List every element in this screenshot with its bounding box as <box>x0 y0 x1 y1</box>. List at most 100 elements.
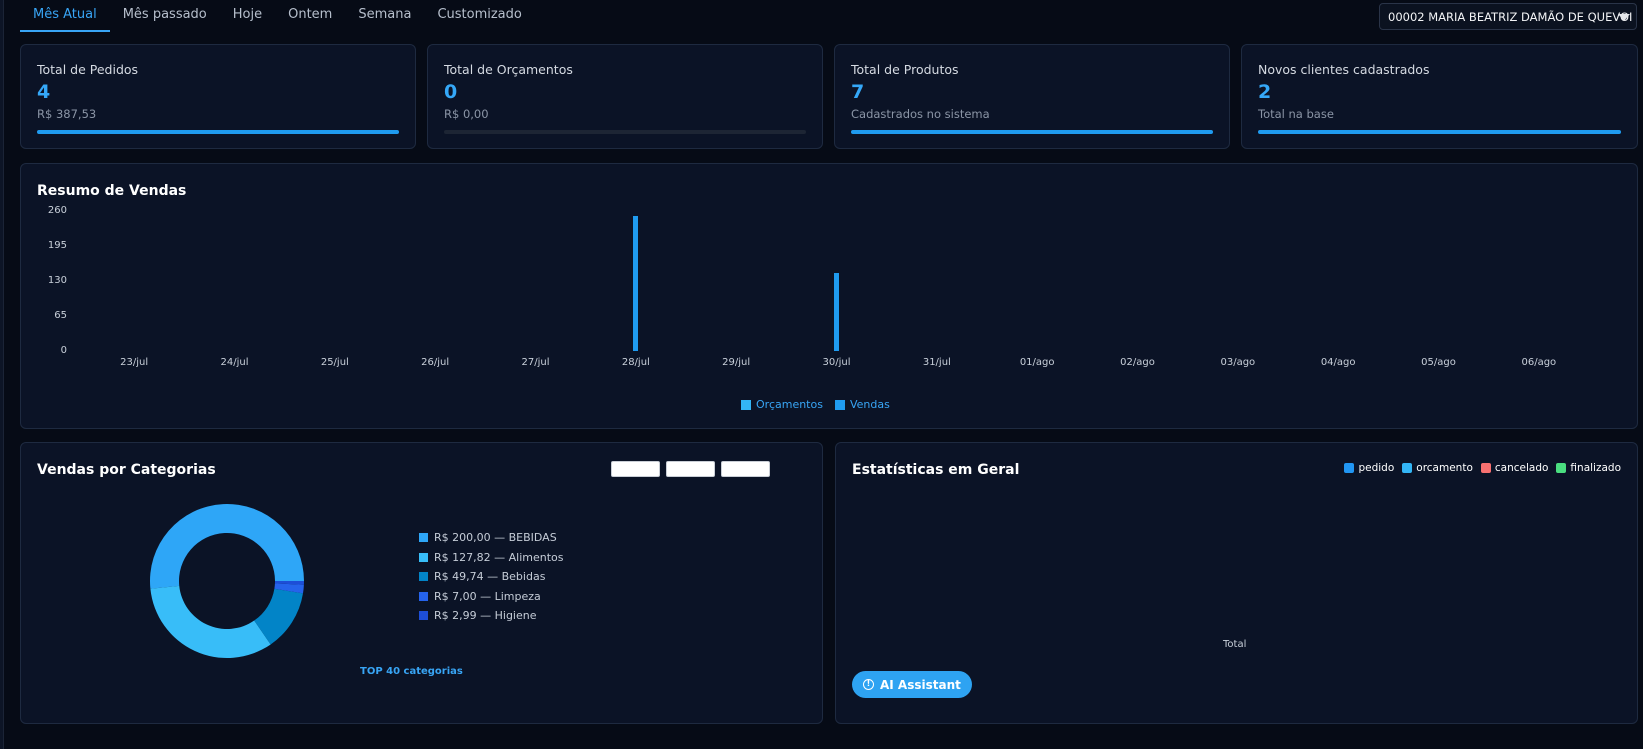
ai-assistant-label: AI Assistant <box>880 677 961 692</box>
legend-label: orcamento <box>1416 462 1473 474</box>
card-total-orcamentos: Total de Orçamentos 0 R$ 0,00 <box>427 44 823 149</box>
x-tick-label: 29/jul <box>722 357 751 368</box>
tab-mes-passado[interactable]: Mês passado <box>110 0 220 32</box>
category-legend-label: R$ 200,00 — BEBIDAS <box>434 531 557 545</box>
x-tick-label: 02/ago <box>1120 357 1155 368</box>
sales-legend: Orçamentos Vendas <box>741 398 890 411</box>
tab-mes-atual[interactable]: Mês Atual <box>20 0 110 32</box>
bar-vendas[interactable] <box>834 272 839 351</box>
categories-title: Vendas por Categorias <box>37 462 216 478</box>
x-tick-label: 31/jul <box>922 357 951 368</box>
card-value: 2 <box>1258 81 1272 103</box>
card-progress-bar <box>1258 130 1621 134</box>
legend-swatch <box>1480 463 1491 473</box>
card-progress-fill <box>1258 130 1621 134</box>
legend-orcamentos[interactable]: Orçamentos <box>741 398 823 411</box>
period-tabs: Mês Atual Mês passado Hoje Ontem Semana … <box>20 0 535 32</box>
card-title: Total de Orçamentos <box>444 62 573 77</box>
tab-customizado[interactable]: Customizado <box>424 0 534 32</box>
chevron-down-icon <box>1618 14 1630 21</box>
client-select-value: 00002 MARIA BEATRIZ DAMÃO DE QUEVOI <box>1388 10 1633 24</box>
card-title: Novos clientes cadastrados <box>1258 62 1430 77</box>
card-subtitle: R$ 0,00 <box>444 107 489 121</box>
card-total-pedidos: Total de Pedidos 4 R$ 387,53 <box>20 44 416 149</box>
legend-label: finalizado <box>1570 462 1621 474</box>
legend-label: Orçamentos <box>756 398 823 411</box>
card-value: 0 <box>444 81 458 103</box>
category-filter-button[interactable] <box>721 461 770 477</box>
card-progress-bar <box>851 130 1213 134</box>
legend-swatch <box>419 572 428 582</box>
legend-swatch <box>419 591 428 601</box>
x-tick-label: 26/jul <box>421 357 450 368</box>
card-total-produtos: Total de Produtos 7 Cadastrados no siste… <box>834 44 1230 149</box>
category-legend-item[interactable]: R$ 127,82 — Alimentos <box>419 548 564 568</box>
category-legend-label: R$ 2,99 — Higiene <box>434 609 537 623</box>
top-categories-link[interactable]: TOP 40 categorias <box>360 666 463 677</box>
legend-swatch <box>834 399 845 410</box>
card-subtitle: R$ 387,53 <box>37 107 97 121</box>
bar-vendas[interactable] <box>633 216 639 351</box>
card-progress-bar <box>37 130 399 134</box>
x-tick-label: 24/jul <box>220 357 249 368</box>
category-legend-item[interactable]: R$ 49,74 — Bebidas <box>419 567 564 587</box>
donut-slice-bebidas[interactable] <box>150 503 304 589</box>
x-tick-label: 28/jul <box>621 357 650 368</box>
category-filter-button[interactable] <box>611 461 660 477</box>
legend-orcamento[interactable]: orcamento <box>1402 462 1473 474</box>
left-edge <box>0 0 4 749</box>
x-tick-label: 03/ago <box>1220 357 1256 368</box>
card-subtitle: Total na base <box>1258 107 1334 121</box>
card-value: 7 <box>851 81 865 103</box>
legend-vendas[interactable]: Vendas <box>834 398 890 411</box>
card-title: Total de Produtos <box>851 62 959 77</box>
card-novos-clientes: Novos clientes cadastrados 2 Total na ba… <box>1241 44 1638 149</box>
category-legend-label: R$ 7,00 — Limpeza <box>434 589 541 603</box>
x-tick-label: 23/jul <box>120 357 149 368</box>
sales-summary-panel: Resumo de Vendas 260 195 130 65 0 23/jul 24/ju… <box>20 163 1638 429</box>
card-value: 4 <box>37 81 51 103</box>
x-tick-label: 30/jul <box>822 357 851 368</box>
category-filter-button[interactable] <box>666 461 715 477</box>
x-tick-label: 06/ago <box>1521 357 1557 368</box>
sales-summary-title: Resumo de Vendas <box>37 183 187 199</box>
category-legend-label: R$ 49,74 — Bebidas <box>434 570 546 584</box>
client-select[interactable]: 00002 MARIA BEATRIZ DAMÃO DE QUEVOI <box>1379 3 1637 30</box>
legend-swatch <box>419 552 428 562</box>
legend-swatch <box>1556 463 1567 473</box>
legend-swatch <box>741 399 751 410</box>
stats-title: Estatísticas em Geral <box>852 462 1020 478</box>
card-progress-fill <box>37 130 399 134</box>
categories-panel: Vendas por Categorias R$ 200,00 — BEBIDA… <box>20 442 823 724</box>
y-tick-label: 130 <box>47 275 67 286</box>
tab-ontem[interactable]: Ontem <box>275 0 345 32</box>
card-title: Total de Pedidos <box>37 62 139 77</box>
x-tick-label: 27/jul <box>521 357 550 368</box>
legend-finalizado[interactable]: finalizado <box>1556 462 1621 474</box>
categories-legend: R$ 200,00 — BEBIDAS R$ 127,82 — Alimento… <box>419 528 564 626</box>
x-tick-label: 05/ago <box>1421 357 1456 368</box>
legend-label: pedido <box>1358 462 1395 474</box>
legend-swatch <box>419 533 428 543</box>
category-legend-item[interactable]: R$ 2,99 — Higiene <box>419 606 564 626</box>
x-tick-label: 01/ago <box>1019 357 1055 368</box>
category-legend-item[interactable]: R$ 200,00 — BEBIDAS <box>419 528 564 548</box>
card-subtitle: Cadastrados no sistema <box>851 107 990 121</box>
legend-pedido[interactable]: pedido <box>1344 462 1394 474</box>
legend-swatch <box>1344 463 1355 473</box>
legend-label: Vendas <box>849 398 890 411</box>
donut-slice-alimentos[interactable] <box>150 585 271 658</box>
ai-assistant-button[interactable]: ! AI Assistant <box>852 671 972 698</box>
info-icon: ! <box>863 679 874 690</box>
tab-semana[interactable]: Semana <box>345 0 424 32</box>
y-tick-label: 195 <box>47 240 67 251</box>
tab-hoje[interactable]: Hoje <box>220 0 275 32</box>
card-progress-bar <box>444 130 806 134</box>
y-tick-label: 260 <box>47 205 67 216</box>
y-tick-label: 65 <box>54 310 67 321</box>
category-legend-item[interactable]: R$ 7,00 — Limpeza <box>419 587 564 607</box>
x-tick-label: 04/ago <box>1320 357 1356 368</box>
category-legend-label: R$ 127,82 — Alimentos <box>434 550 564 564</box>
legend-label: cancelado <box>1494 462 1549 474</box>
legend-cancelado[interactable]: cancelado <box>1480 462 1549 474</box>
